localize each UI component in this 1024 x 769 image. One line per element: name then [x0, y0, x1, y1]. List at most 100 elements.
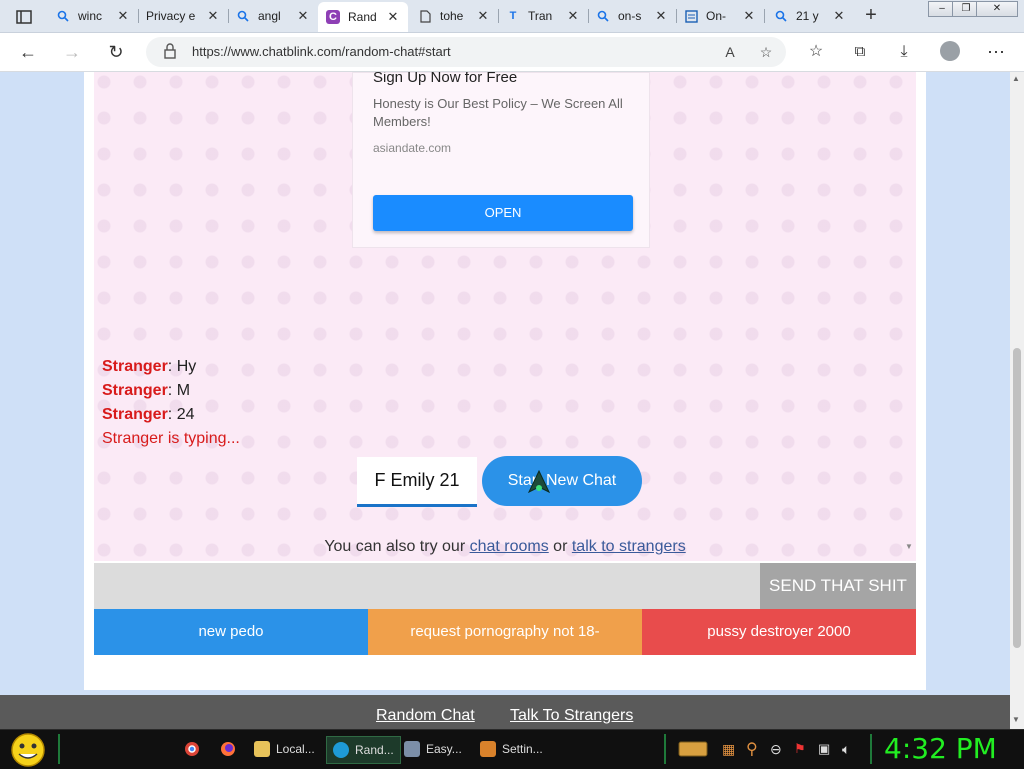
- search-icon: [596, 9, 610, 23]
- tab-6[interactable]: T Tran ✕: [498, 2, 588, 30]
- close-icon[interactable]: ✕: [742, 9, 756, 23]
- edge-icon: [333, 742, 349, 758]
- chat-scroll-down-icon[interactable]: ▼: [903, 542, 915, 556]
- network-icon[interactable]: ▣: [818, 736, 830, 762]
- volume-icon[interactable]: 🔈︎: [842, 736, 850, 762]
- start-button-smiley-icon[interactable]: [8, 732, 48, 768]
- refresh-button[interactable]: ↻: [104, 40, 128, 64]
- tab-9[interactable]: 21 y ✕: [766, 2, 854, 30]
- settings-icon: [480, 741, 496, 757]
- lock-icon[interactable]: [164, 43, 176, 64]
- close-window-button[interactable]: ✕: [976, 1, 1018, 17]
- tab-4-active[interactable]: C Rand ✕: [318, 2, 408, 32]
- chat-message: Stranger: Hy: [102, 358, 196, 376]
- tab-label: on-s: [618, 9, 642, 23]
- forward-button[interactable]: →: [60, 40, 84, 64]
- clock[interactable]: 4:32 PM: [884, 732, 997, 765]
- tab-1[interactable]: winc ✕: [48, 2, 138, 30]
- ad-text: Honesty is Our Best Policy – We Screen A…: [373, 96, 623, 129]
- close-icon[interactable]: ✕: [654, 9, 668, 23]
- chat-rooms-link[interactable]: chat rooms: [470, 538, 549, 555]
- chat-message: Stranger: M: [102, 382, 190, 400]
- url-text[interactable]: https://www.chatblink.com/random-chat#st…: [192, 44, 451, 59]
- taskbar-item-settings[interactable]: Settin...: [480, 736, 543, 762]
- send-button[interactable]: SEND THAT SHIT: [760, 563, 916, 609]
- tab-2[interactable]: Privacy e ✕: [138, 2, 228, 30]
- page-icon: [418, 9, 432, 23]
- also-try-middle: or: [548, 538, 572, 555]
- chrome-icon[interactable]: [184, 736, 200, 762]
- advertisement[interactable]: Sign Up Now for Free Honesty is Our Best…: [352, 72, 650, 248]
- taskbar-label: Rand...: [355, 743, 394, 757]
- new-tab-button[interactable]: +: [860, 5, 882, 26]
- search-icon: [774, 9, 788, 23]
- taskbar-item-rand[interactable]: Rand...: [326, 736, 401, 764]
- page-scrollbar[interactable]: ▲ ▼: [1010, 72, 1024, 729]
- ad-open-button[interactable]: OPEN: [373, 195, 633, 231]
- taskbar-label: Settin...: [502, 742, 543, 756]
- footer-random-chat-link[interactable]: Random Chat: [376, 707, 475, 725]
- message-text: : M: [167, 382, 191, 399]
- grid-icon[interactable]: ▦: [722, 736, 735, 762]
- page-footer: Random Chat Talk To Strangers: [0, 695, 1010, 729]
- tab-bar: winc ✕ Privacy e ✕ angl ✕ C Rand ✕ tohe …: [0, 0, 1024, 33]
- document-icon: [684, 9, 698, 23]
- tab-actions-button[interactable]: [8, 6, 40, 28]
- address-bar[interactable]: https://www.chatblink.com/random-chat#st…: [146, 37, 786, 67]
- close-icon[interactable]: ✕: [476, 9, 490, 23]
- translate-icon: T: [509, 10, 517, 22]
- back-button[interactable]: ←: [16, 40, 40, 64]
- message-sender: Stranger: [102, 406, 168, 423]
- close-icon[interactable]: ✕: [296, 9, 310, 23]
- tab-label: angl: [258, 9, 281, 23]
- firefox-icon[interactable]: [220, 736, 236, 762]
- message-input-row: SEND THAT SHIT: [94, 563, 916, 609]
- tab-label: On-: [706, 9, 727, 23]
- tab-label: 21 y: [796, 9, 819, 23]
- also-try-text: You can also try our chat rooms or talk …: [94, 538, 916, 556]
- keyboard-icon[interactable]: [678, 736, 708, 762]
- folder-icon: [254, 741, 270, 757]
- chatblink-icon: C: [326, 10, 340, 24]
- tab-label: Privacy e: [146, 9, 196, 23]
- more-menu-icon[interactable]: ⋯: [984, 40, 1008, 64]
- search-tray-icon[interactable]: ⚲: [746, 736, 758, 762]
- tab-3[interactable]: angl ✕: [228, 2, 318, 30]
- tab-7[interactable]: on-s ✕: [588, 2, 676, 30]
- search-icon: [236, 9, 250, 23]
- flag-icon[interactable]: ⚑: [794, 736, 806, 762]
- tab-5[interactable]: tohe ✕: [410, 2, 498, 30]
- message-text: : 24: [167, 406, 195, 423]
- scrollbar-thumb[interactable]: [1013, 348, 1021, 648]
- tab-8[interactable]: On- ✕: [676, 2, 764, 30]
- ad-title: Sign Up Now for Free: [373, 72, 518, 86]
- start-new-chat-button[interactable]: Start New Chat: [482, 456, 642, 506]
- quick-button-2[interactable]: request pornography not 18-: [368, 609, 642, 655]
- taskbar-item-easy[interactable]: Easy...: [404, 736, 462, 762]
- taskbar-item-local[interactable]: Local...: [254, 736, 315, 762]
- favorite-star-icon[interactable]: ☆: [756, 42, 776, 62]
- quick-buttons: new pedo request pornography not 18- pus…: [94, 609, 916, 655]
- close-icon[interactable]: ✕: [116, 9, 130, 23]
- close-icon[interactable]: ✕: [566, 9, 580, 23]
- tab-label: tohe: [440, 9, 464, 23]
- footer-talk-to-strangers-link[interactable]: Talk To Strangers: [510, 707, 633, 725]
- typing-indicator: Stranger is typing...: [102, 430, 240, 447]
- favorites-icon[interactable]: ☆: [804, 40, 828, 64]
- downloads-icon[interactable]: ⤓: [892, 40, 916, 64]
- talk-to-strangers-link[interactable]: talk to strangers: [572, 538, 686, 555]
- close-icon[interactable]: ✕: [832, 9, 846, 23]
- tab-actions-icon: [16, 10, 32, 24]
- search-icon: [56, 9, 70, 23]
- message-input[interactable]: [94, 563, 760, 609]
- minus-circle-icon[interactable]: ⊖: [770, 736, 782, 762]
- close-icon[interactable]: ✕: [386, 10, 400, 24]
- quick-button-1[interactable]: new pedo: [94, 609, 368, 655]
- profile-avatar[interactable]: [940, 41, 960, 61]
- close-icon[interactable]: ✕: [206, 9, 220, 23]
- web-page: Sign Up Now for Free Honesty is Our Best…: [0, 72, 1010, 695]
- read-aloud-icon[interactable]: A: [720, 42, 740, 62]
- name-input[interactable]: F Emily 21: [357, 457, 477, 507]
- collections-icon[interactable]: ⧉: [848, 40, 872, 64]
- quick-button-3[interactable]: pussy destroyer 2000: [642, 609, 916, 655]
